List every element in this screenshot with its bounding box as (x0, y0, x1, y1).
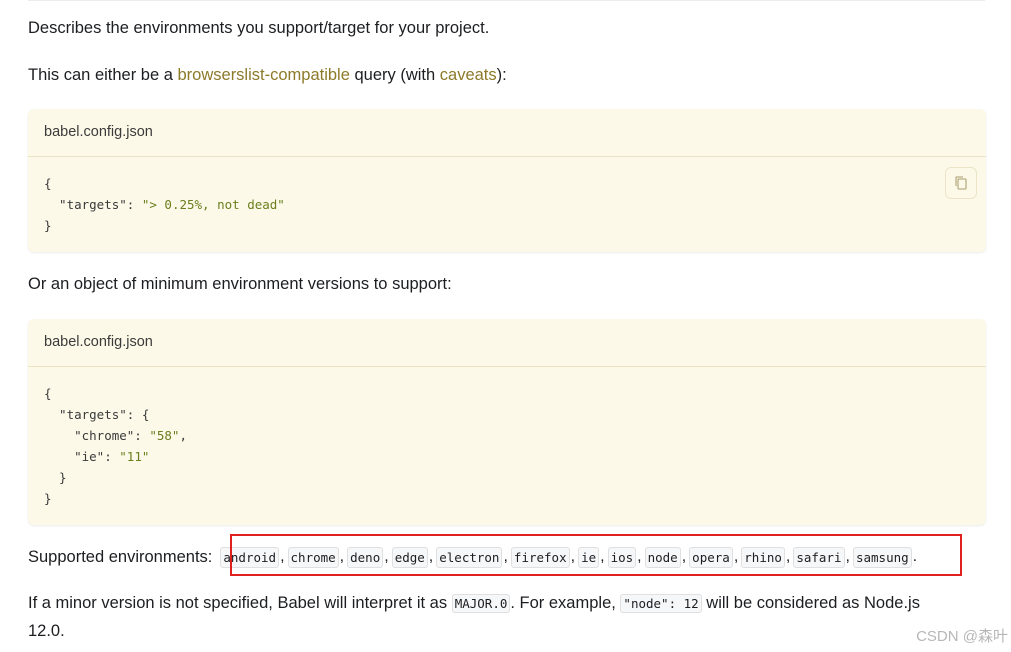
watermark: CSDN @森叶 (916, 628, 1008, 645)
inline-code-major: MAJOR.0 (451, 594, 511, 613)
code-line: "chrome": "58", (44, 425, 970, 446)
code-line: } (44, 218, 52, 233)
code-string: "11" (119, 449, 150, 464)
code-block-body: { "targets": "> 0.25%, not dead"} (28, 157, 986, 252)
code-key: "ie": (44, 449, 120, 464)
code-block-query: babel.config.json { "targets": "> 0.25%,… (28, 109, 986, 252)
code-string: "> 0.25%, not dead" (141, 197, 285, 212)
minor-version-paragraph: If a minor version is not specified, Bab… (28, 591, 920, 615)
object-paragraph: Or an object of minimum environment vers… (28, 275, 452, 293)
top-divider (28, 0, 985, 1)
code-line: "targets": { (44, 407, 150, 422)
minor-mid: . For example, (510, 594, 621, 612)
either-mid: query (with (349, 66, 440, 84)
code-line: "ie": "11" (44, 446, 970, 467)
either-paragraph: This can either be a browserslist-compat… (28, 63, 507, 87)
code-block-body: { "targets": { "chrome": "58", "ie": "11… (28, 367, 986, 525)
code-punct: , (179, 428, 187, 443)
caveats-link[interactable]: caveats (440, 66, 497, 84)
supported-label: Supported environments: (28, 548, 213, 566)
annotation-highlight-box (230, 534, 962, 576)
code-block-title: babel.config.json (28, 109, 986, 157)
minor-prefix: If a minor version is not specified, Bab… (28, 594, 452, 612)
copy-button[interactable] (945, 167, 977, 199)
code-line: "targets": "> 0.25%, not dead" (44, 194, 970, 215)
code-line: { (44, 386, 52, 401)
either-prefix: This can either be a (28, 66, 178, 84)
inline-code-node: "node": 12 (620, 594, 702, 613)
code-line: { (44, 176, 52, 191)
minor-suffix: will be considered as Node.js (701, 594, 920, 612)
code-line: } (44, 491, 52, 506)
code-key: "targets": (44, 197, 142, 212)
code-block-object: babel.config.json { "targets": { "chrome… (28, 319, 986, 525)
copy-icon (955, 176, 967, 190)
code-block-title: babel.config.json (28, 319, 986, 367)
minor-version-line2: 12.0. (28, 622, 65, 640)
browserslist-link[interactable]: browserslist-compatible (178, 66, 350, 84)
either-suffix: ): (496, 66, 507, 84)
code-string: "58" (149, 428, 180, 443)
code-line: } (44, 470, 67, 485)
code-key: "chrome": (44, 428, 150, 443)
intro-paragraph: Describes the environments you support/t… (28, 19, 490, 37)
